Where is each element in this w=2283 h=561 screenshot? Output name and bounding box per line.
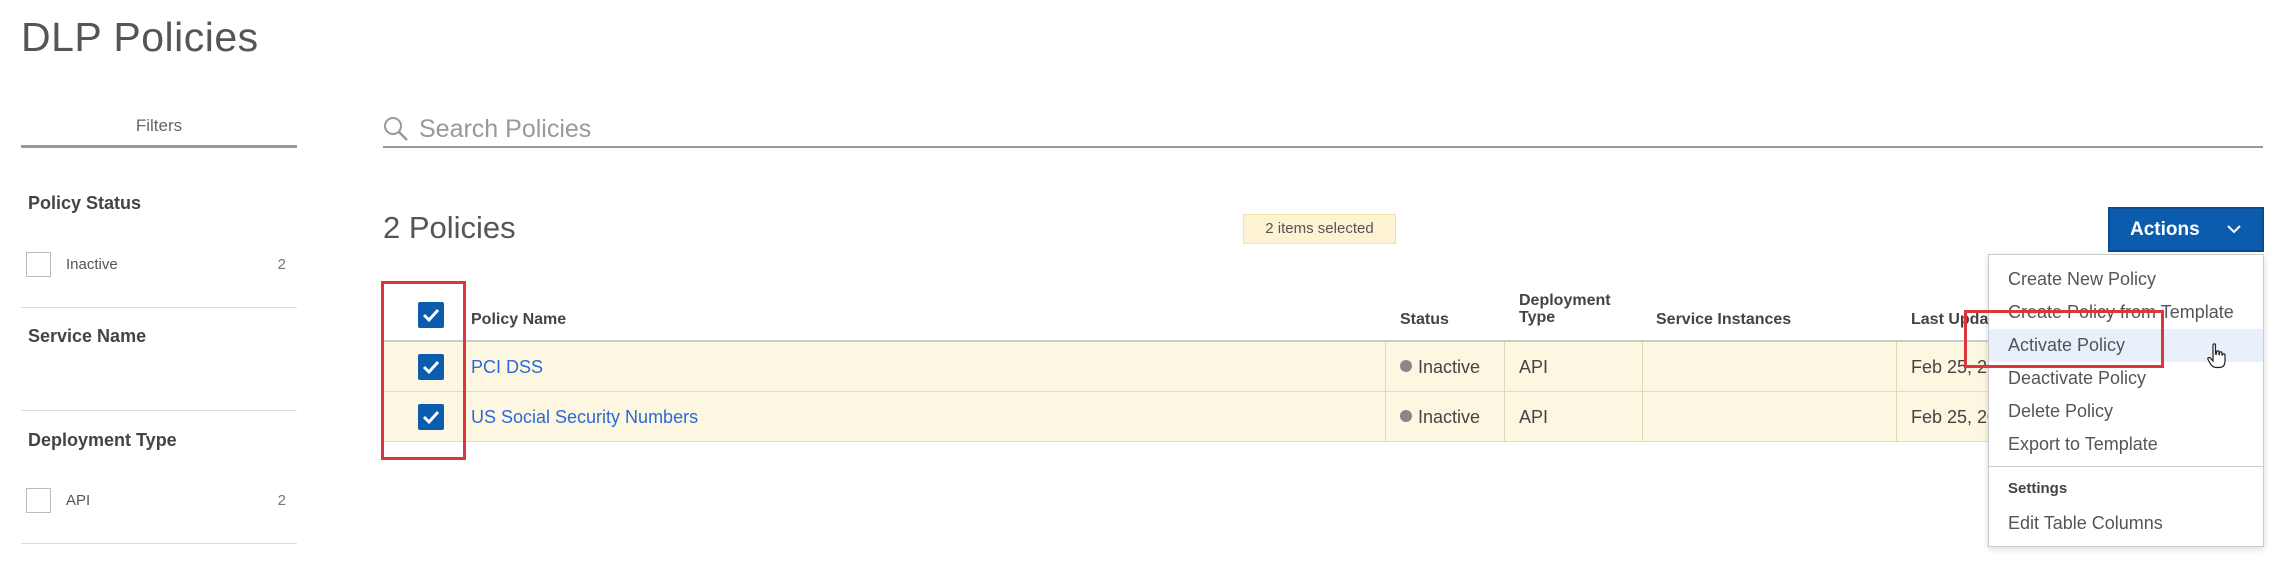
actions-button[interactable]: Actions xyxy=(2108,207,2264,252)
policies-count: 2 Policies xyxy=(383,210,516,245)
chevron-down-icon xyxy=(2226,221,2242,237)
column-divider xyxy=(1504,392,1505,442)
filter-option-inactive[interactable]: Inactive 2 xyxy=(26,252,289,278)
column-divider xyxy=(1642,392,1643,442)
selected-items-badge: 2 items selected xyxy=(1243,214,1396,244)
search-input[interactable] xyxy=(419,112,2219,146)
filters-header: Filters xyxy=(21,116,297,148)
activate-policy-highlight-box xyxy=(1964,310,2164,368)
table-row[interactable]: US Social Security Numbers Inactive API … xyxy=(383,392,2263,442)
column-divider xyxy=(1504,342,1505,392)
status-dot-icon xyxy=(1400,360,1412,373)
filter-option-count: 2 xyxy=(277,256,286,273)
filter-checkbox[interactable] xyxy=(26,488,51,513)
deployment-cell: API xyxy=(1519,407,1549,427)
column-divider xyxy=(1896,392,1897,442)
menu-separator xyxy=(1989,466,2263,467)
policy-name-link[interactable]: US Social Security Numbers xyxy=(471,392,698,442)
page-title: DLP Policies xyxy=(21,14,259,60)
hand-cursor-icon xyxy=(2207,343,2227,369)
column-divider xyxy=(1385,392,1386,442)
status-text: Inactive xyxy=(1418,357,1481,377)
column-header-deployment-type[interactable]: Deployment Type xyxy=(1519,292,1629,326)
column-header-status[interactable]: Status xyxy=(1400,311,1449,328)
status-dot-icon xyxy=(1400,410,1412,423)
filter-option-label: Inactive xyxy=(66,256,118,273)
menu-item-create-new-policy[interactable]: Create New Policy xyxy=(1989,263,2263,296)
filter-group-service-name: Service Name xyxy=(28,326,147,346)
menu-item-delete-policy[interactable]: Delete Policy xyxy=(1989,395,2263,428)
policy-name-link[interactable]: PCI DSS xyxy=(471,342,543,392)
filter-option-api[interactable]: API 2 xyxy=(26,488,289,514)
menu-item-export-to-template[interactable]: Export to Template xyxy=(1989,428,2263,461)
filter-divider xyxy=(21,307,297,308)
status-cell: Inactive xyxy=(1400,342,1480,392)
deployment-cell: API xyxy=(1519,357,1549,377)
checkbox-highlight-box xyxy=(381,281,466,460)
menu-item-edit-table-columns[interactable]: Edit Table Columns xyxy=(1989,507,2263,540)
status-text: Inactive xyxy=(1418,407,1481,427)
last-updated-cell: Feb 25, 20 xyxy=(1911,407,1991,427)
search-icon xyxy=(383,116,409,142)
filter-option-count: 2 xyxy=(277,492,286,509)
filter-group-policy-status: Policy Status xyxy=(28,193,142,213)
filter-divider xyxy=(21,410,297,411)
filter-option-label: API xyxy=(66,492,91,509)
column-divider xyxy=(1385,342,1386,392)
filter-group-deployment-type: Deployment Type xyxy=(28,430,177,450)
column-header-policy-name[interactable]: Policy Name xyxy=(471,311,566,328)
filter-checkbox[interactable] xyxy=(26,252,51,277)
column-divider xyxy=(1896,342,1897,392)
actions-button-label: Actions xyxy=(2130,219,2200,240)
actions-menu: Create New Policy Create Policy from Tem… xyxy=(1988,254,2264,547)
filter-divider xyxy=(21,543,297,544)
search-bar xyxy=(383,112,2263,148)
column-header-service-instances[interactable]: Service Instances xyxy=(1656,311,1791,328)
status-cell: Inactive xyxy=(1400,392,1480,442)
column-divider xyxy=(1642,342,1643,392)
page: DLP Policies Filters Policy Status Inact… xyxy=(0,0,2283,561)
menu-section-settings: Settings xyxy=(2008,480,2068,497)
